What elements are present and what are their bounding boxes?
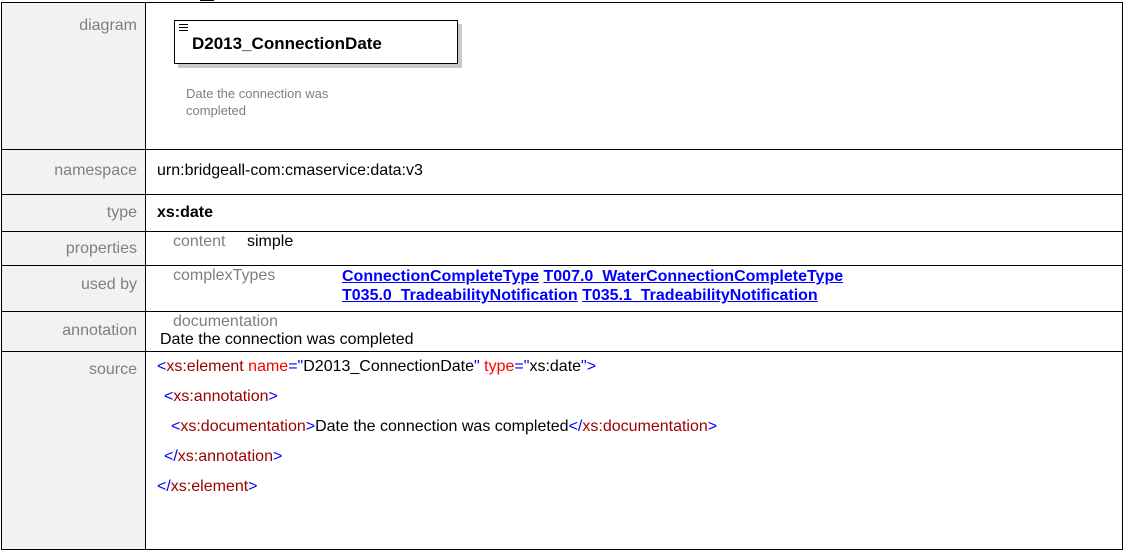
diagram: D2013_ConnectionDate Date the connection…	[146, 3, 1122, 149]
used-by-key: complexTypes	[173, 267, 276, 284]
label-properties: properties	[1, 231, 146, 266]
label-source: source	[1, 351, 146, 550]
label-type: type	[1, 194, 146, 232]
element-lines-icon	[179, 24, 188, 33]
label-annotation: annotation	[1, 311, 146, 352]
properties-value: content simple	[145, 231, 1123, 266]
link-t035-1-tradeability-notification[interactable]: T035.1_TradeabilityNotification	[582, 287, 818, 304]
source-line-3: <xs:documentation>Date the connection wa…	[171, 418, 718, 435]
link-connection-complete-type[interactable]: ConnectionCompleteType	[342, 268, 539, 285]
element-name: D2013_ConnectionDate	[192, 34, 382, 53]
element-box[interactable]: D2013_ConnectionDate	[174, 20, 458, 64]
source-line-2: <xs:annotation>	[164, 388, 278, 405]
source-line-1: <xs:element name="D2013_ConnectionDate" …	[157, 358, 597, 375]
element-doc: Date the connection was completed	[186, 86, 329, 118]
link-t007-water-connection-complete-type[interactable]: T007.0_WaterConnectionCompleteType	[544, 268, 844, 285]
used-by-row: used by complexTypes ConnectionCompleteT…	[1, 265, 1123, 312]
properties-content-value: simple	[247, 233, 294, 250]
diagram-row: diagram D2013_ConnectionDate Date the co…	[1, 2, 1123, 150]
schema-doc-table: diagram D2013_ConnectionDate Date the co…	[1, 2, 1123, 550]
type-row: type xs:date	[1, 194, 1123, 232]
type-value: xs:date	[145, 194, 1123, 232]
source-line-5: </xs:element>	[157, 478, 258, 495]
source-row: source <xs:element name="D2013_Connectio…	[1, 351, 1123, 550]
label-namespace: namespace	[1, 149, 146, 195]
link-t035-0-tradeability-notification[interactable]: T035.0_TradeabilityNotification	[342, 287, 578, 304]
annotation-key: documentation	[173, 313, 278, 330]
diagram-cell: D2013_ConnectionDate Date the connection…	[145, 2, 1123, 150]
label-diagram: diagram	[1, 2, 146, 150]
label-used-by: used by	[1, 265, 146, 312]
annotation-row: annotation documentation Date the connec…	[1, 311, 1123, 352]
properties-row: properties content simple	[1, 231, 1123, 266]
annotation-text: Date the connection was completed	[160, 331, 414, 348]
source-line-4: </xs:annotation>	[164, 448, 283, 465]
properties-key: content	[173, 233, 226, 250]
namespace-value: urn:bridgeall-com:cmaservice:data:v3	[145, 149, 1123, 195]
source-code: <xs:element name="D2013_ConnectionDate" …	[145, 351, 1123, 550]
used-by-links: ConnectionCompleteType T007.0_WaterConne…	[342, 267, 843, 305]
used-by-value: complexTypes ConnectionCompleteType T007…	[145, 265, 1123, 312]
annotation-value: documentation Date the connection was co…	[145, 311, 1123, 352]
namespace-row: namespace urn:bridgeall-com:cmaservice:d…	[1, 149, 1123, 195]
